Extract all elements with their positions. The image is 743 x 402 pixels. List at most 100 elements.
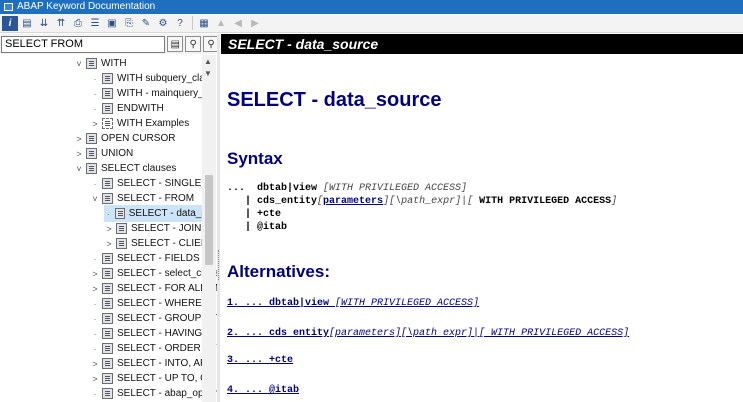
keyword-tree[interactable]: ˅ WITH · WITH subquery_clau · WITH - mainquer… xyxy=(0,55,219,402)
leaf-dot-icon: · xyxy=(93,253,97,264)
tree-item-label: WITH xyxy=(101,58,127,69)
tree-item-label: SELECT - UP TO, OF xyxy=(117,373,215,384)
alternative-link-1[interactable]: 1. ... dbtab|view [WITH PRIVILEGED ACCES… xyxy=(227,298,479,309)
tree-item-label: SELECT - data_so xyxy=(128,208,202,219)
expand-icon[interactable]: > xyxy=(90,119,100,129)
syntax-line: | +cte xyxy=(227,209,282,220)
document-icon xyxy=(102,103,113,114)
syntax-block: ... dbtab|view [WITH PRIVILEGED ACCESS] … xyxy=(227,182,617,234)
scrollbar-thumb[interactable] xyxy=(205,175,213,265)
alternative-link-2[interactable]: 2. ... cds entity[parameters][\path expr… xyxy=(227,328,629,339)
leaf-dot-icon: · xyxy=(93,313,97,324)
print-icon[interactable]: ⎙ xyxy=(70,16,86,31)
tree-item[interactable]: · SELECT - abap_optior xyxy=(90,385,217,402)
alternatives-heading: Alternatives: xyxy=(227,262,330,281)
window-title: ABAP Keyword Documentation xyxy=(17,1,156,12)
leaf-dot-icon: · xyxy=(93,388,97,399)
syntax-line: ... dbtab|view [WITH PRIVILEGED ACCESS] xyxy=(227,183,468,194)
tree-item-label: SELECT clauses xyxy=(101,163,177,174)
leaf-dot-icon: · xyxy=(93,343,97,354)
syntax-line: | cds_entity[parameters][\path_expr]|[ W… xyxy=(227,196,618,207)
tree-item-label: WITH - mainquery_c xyxy=(117,88,209,99)
highlight-icon[interactable]: ✎ xyxy=(138,16,154,31)
document-icon xyxy=(116,238,127,249)
leaf-dot-icon: · xyxy=(93,73,97,84)
tree-item-label: UNION xyxy=(101,148,134,159)
tree-item-label: SELECT - JOIN xyxy=(131,223,202,234)
alternative-link-3[interactable]: 3. ... +cte xyxy=(227,355,293,366)
collapse-icon[interactable]: ˅ xyxy=(74,59,84,69)
leaf-dot-icon: · xyxy=(93,298,97,309)
tree-item-label: SELECT - FROM xyxy=(117,193,195,204)
leaf-dot-icon: · xyxy=(93,178,97,189)
document-icon xyxy=(102,253,113,264)
tree-item-label: WITH subquery_clau xyxy=(117,73,211,84)
settings-icon[interactable]: ⚙ xyxy=(155,16,171,31)
syntax-heading: Syntax xyxy=(227,149,283,168)
search-options-button[interactable]: ▤ xyxy=(167,36,184,52)
splitter-grip[interactable] xyxy=(218,250,219,280)
expand-icon[interactable]: > xyxy=(74,149,84,159)
tree-item-label: SELECT - SINGLE xyxy=(117,178,202,189)
scroll-up-icon[interactable]: ▲ xyxy=(204,57,212,66)
leaf-dot-icon: · xyxy=(106,208,110,219)
document-icon xyxy=(116,223,127,234)
toolbar: i ▤ ⇊ ⇈ ⎙ ☰ ▣ ⎘ ✎ ⚙ ? ▦ ▲ ◀ ▶ xyxy=(0,14,743,33)
page-title: SELECT - data_source xyxy=(227,89,442,111)
alternative-link-4[interactable]: 4. ... @itab xyxy=(227,385,299,396)
document-icon xyxy=(102,388,113,399)
document-icon xyxy=(86,58,97,69)
document-icon xyxy=(102,193,113,204)
calendar-icon[interactable]: ▦ xyxy=(196,16,212,31)
search-input[interactable]: SELECT FROM xyxy=(1,35,166,53)
expand-icon[interactable]: > xyxy=(90,284,100,294)
tree-structure-icon[interactable]: ▤ xyxy=(19,16,35,31)
collapse-icon[interactable]: ˅ xyxy=(90,194,100,204)
tree-item-label: SELECT - FIELDS xyxy=(117,253,200,264)
search-bar: SELECT FROM ▤ ⚲ ⚲ xyxy=(0,34,220,54)
help-icon[interactable]: ? xyxy=(172,16,188,31)
collapse-icon[interactable]: ˅ xyxy=(74,164,84,174)
content-header: SELECT - data_source xyxy=(221,34,743,54)
search-button[interactable]: ⚲ xyxy=(185,36,202,52)
app-icon xyxy=(4,3,13,11)
forward-icon[interactable]: ▶ xyxy=(247,16,263,31)
toolbar-separator xyxy=(192,16,193,30)
document-icon xyxy=(102,118,113,129)
tree-item-label: ENDWITH xyxy=(117,103,164,114)
document-icon xyxy=(102,373,113,384)
pane-splitter[interactable] xyxy=(217,34,220,402)
leaf-dot-icon: · xyxy=(93,88,97,99)
document-icon xyxy=(86,163,97,174)
document-icon xyxy=(102,283,113,294)
printer-icon[interactable]: ⎘ xyxy=(121,16,137,31)
document-icon xyxy=(102,358,113,369)
expand-icon[interactable]: > xyxy=(104,239,114,249)
expand-all-icon[interactable]: ⇊ xyxy=(36,16,52,31)
document-icon xyxy=(102,313,113,324)
scroll-down-icon[interactable]: ▼ xyxy=(204,69,212,78)
tree-item-label: SELECT - HAVING xyxy=(117,328,203,339)
collapse-all-icon[interactable]: ⇈ xyxy=(53,16,69,31)
document-icon xyxy=(102,298,113,309)
expand-icon[interactable]: > xyxy=(90,359,100,369)
export-icon[interactable]: ▣ xyxy=(104,16,120,31)
content-pane: SELECT - data_source SELECT - data_sourc… xyxy=(221,34,743,402)
expand-icon[interactable]: > xyxy=(90,269,100,279)
info-icon[interactable]: i xyxy=(2,15,18,31)
document-icon xyxy=(86,133,97,144)
list-icon[interactable]: ☰ xyxy=(87,16,103,31)
expand-icon[interactable]: > xyxy=(74,134,84,144)
document-icon xyxy=(102,73,113,84)
expand-icon[interactable]: > xyxy=(104,224,114,234)
title-bar: ABAP Keyword Documentation xyxy=(0,0,743,14)
tree-scrollbar[interactable]: ▲ ▼ xyxy=(202,55,216,402)
up-icon[interactable]: ▲ xyxy=(213,16,229,31)
document-icon xyxy=(102,88,113,99)
syntax-line: | @itab xyxy=(227,222,288,233)
leaf-dot-icon: · xyxy=(93,103,97,114)
back-icon[interactable]: ◀ xyxy=(230,16,246,31)
parameters-link[interactable]: parameters xyxy=(323,196,383,207)
expand-icon[interactable]: > xyxy=(90,374,100,384)
document-icon xyxy=(102,178,113,189)
